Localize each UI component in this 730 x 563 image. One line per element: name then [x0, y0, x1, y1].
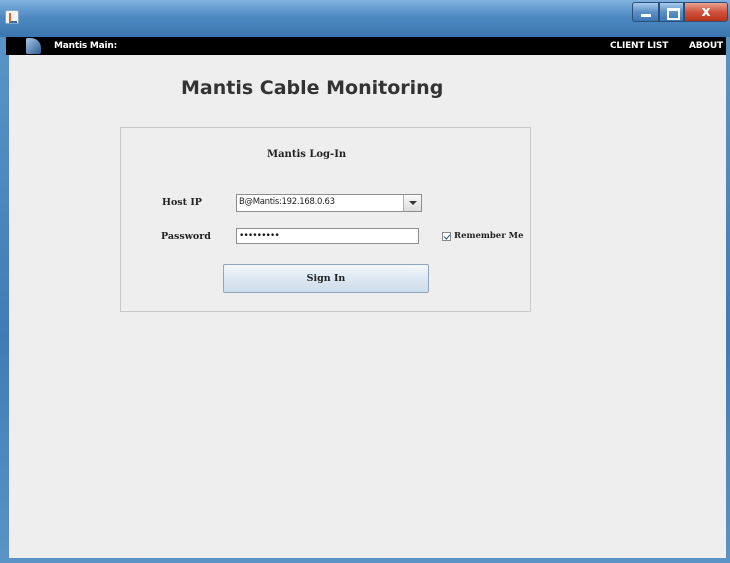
maximize-button[interactable] — [659, 2, 684, 22]
minimize-button[interactable] — [632, 2, 659, 22]
window-titlebar[interactable]: x — [0, 0, 730, 37]
remember-me-checkbox[interactable] — [442, 232, 451, 241]
client-list-link[interactable]: CLIENT LIST — [610, 41, 668, 51]
chevron-down-icon[interactable] — [403, 195, 421, 211]
password-label: Password — [161, 231, 211, 242]
login-title: Mantis Log-In — [267, 149, 347, 160]
login-panel: Mantis Log-In Host IP B@Mantis:192.168.0… — [120, 127, 531, 312]
host-ip-value: B@Mantis:192.168.0.63 — [239, 197, 335, 207]
host-ip-dropdown[interactable]: B@Mantis:192.168.0.63 — [236, 194, 422, 212]
about-link[interactable]: ABOUT — [689, 41, 723, 51]
main-content: Mantis Cable Monitoring Mantis Log-In Ho… — [9, 55, 726, 558]
application-window: x Mantis Main: CLIENT LIST ABOUT Mantis … — [0, 0, 730, 563]
sign-in-button[interactable]: Sign In — [223, 264, 429, 293]
remember-me-label[interactable]: Remember Me — [454, 231, 523, 241]
app-menu-bar: Mantis Main: CLIENT LIST ABOUT — [6, 37, 726, 55]
close-button[interactable]: x — [684, 2, 728, 22]
java-app-icon — [5, 10, 19, 24]
page-title: Mantis Cable Monitoring — [181, 77, 444, 99]
menu-title: Mantis Main: — [54, 41, 118, 51]
mantis-logo-icon — [26, 38, 41, 54]
password-field[interactable] — [236, 228, 419, 244]
host-ip-label: Host IP — [162, 197, 202, 208]
